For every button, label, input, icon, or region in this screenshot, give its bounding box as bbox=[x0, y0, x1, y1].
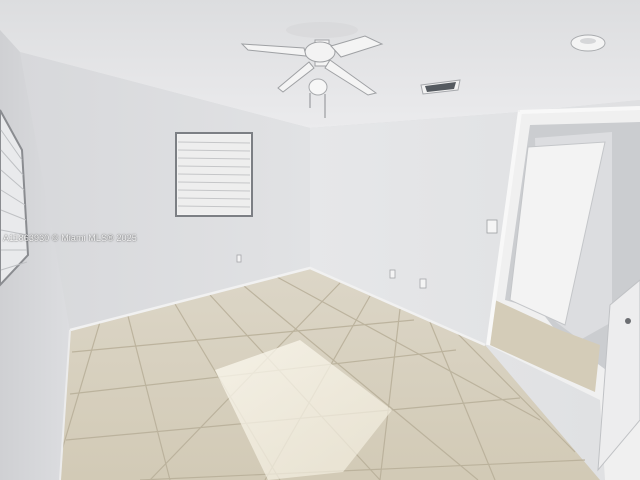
wall-outlet-icon bbox=[236, 254, 242, 263]
light-switch-icon bbox=[486, 219, 498, 234]
door-handle-icon bbox=[625, 318, 631, 324]
watermark: A11863930 © Miami MLS® 2025 bbox=[3, 233, 137, 243]
wall-outlet-icon bbox=[419, 278, 427, 289]
room-photo: A11863930 © Miami MLS® 2025 bbox=[0, 0, 640, 480]
window-blinds bbox=[175, 132, 253, 217]
wall-outlet-icon bbox=[389, 269, 396, 279]
smoke-detector-icon bbox=[570, 34, 606, 52]
